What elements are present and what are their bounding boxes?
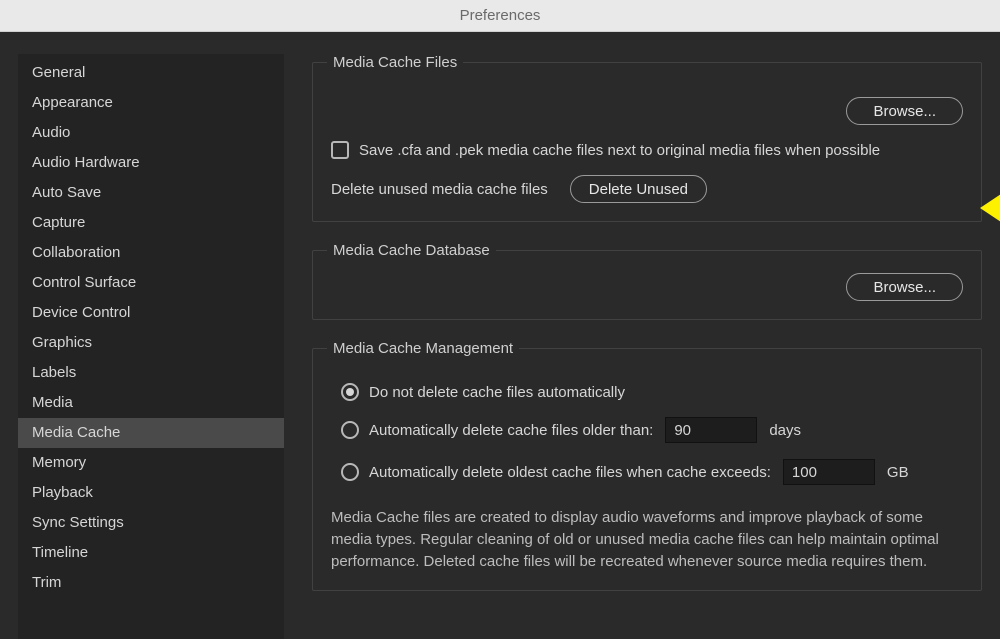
sidebar-item-label: Capture xyxy=(32,214,85,231)
window-title: Preferences xyxy=(460,7,541,24)
sidebar-item-label: Media xyxy=(32,394,73,411)
sidebar-item-memory[interactable]: Memory xyxy=(18,448,284,478)
browse-cache-files-button[interactable]: Browse... xyxy=(846,97,963,125)
section-media-cache-files: Media Cache Files Browse... Save .cfa an… xyxy=(312,54,982,222)
sidebar-item-label: Collaboration xyxy=(32,244,120,261)
window-title-bar: Preferences xyxy=(0,0,1000,32)
sidebar-item-labels[interactable]: Labels xyxy=(18,358,284,388)
sidebar-item-label: Auto Save xyxy=(32,184,101,201)
sidebar-item-label: Device Control xyxy=(32,304,130,321)
sidebar-item-appearance[interactable]: Appearance xyxy=(18,88,284,118)
sidebar-item-label: Graphics xyxy=(32,334,92,351)
radio-delete-exceeds[interactable] xyxy=(341,463,359,481)
radio-delete-older-than-label: Automatically delete cache files older t… xyxy=(369,422,653,439)
section-legend: Media Cache Database xyxy=(327,242,496,259)
sidebar-item-media-cache[interactable]: Media Cache xyxy=(18,418,284,448)
sidebar-item-label: General xyxy=(32,64,85,81)
cache-management-description: Media Cache files are created to display… xyxy=(331,507,951,572)
sidebar-item-label: Audio xyxy=(32,124,70,141)
preferences-workspace: General Appearance Audio Audio Hardware … xyxy=(0,32,1000,639)
sidebar-item-timeline[interactable]: Timeline xyxy=(18,538,284,568)
radio-do-not-delete-label: Do not delete cache files automatically xyxy=(369,384,625,401)
sidebar-item-audio-hardware[interactable]: Audio Hardware xyxy=(18,148,284,178)
save-next-to-original-label: Save .cfa and .pek media cache files nex… xyxy=(359,142,880,159)
gb-input[interactable] xyxy=(783,459,875,485)
sidebar-item-label: Timeline xyxy=(32,544,88,561)
browse-cache-db-button[interactable]: Browse... xyxy=(846,273,963,301)
sidebar-item-auto-save[interactable]: Auto Save xyxy=(18,178,284,208)
sidebar-item-graphics[interactable]: Graphics xyxy=(18,328,284,358)
sidebar-item-trim[interactable]: Trim xyxy=(18,568,284,598)
sidebar-item-label: Trim xyxy=(32,574,61,591)
section-media-cache-database: Media Cache Database Browse... xyxy=(312,242,982,320)
radio-delete-older-than[interactable] xyxy=(341,421,359,439)
sidebar-item-label: Labels xyxy=(32,364,76,381)
days-unit: days xyxy=(769,422,801,439)
sidebar-item-collaboration[interactable]: Collaboration xyxy=(18,238,284,268)
days-input[interactable] xyxy=(665,417,757,443)
arrow-annotation-icon xyxy=(980,186,1000,230)
delete-unused-label: Delete unused media cache files xyxy=(331,181,548,198)
radio-do-not-delete[interactable] xyxy=(341,383,359,401)
sidebar-item-label: Control Surface xyxy=(32,274,136,291)
section-media-cache-management: Media Cache Management Do not delete cac… xyxy=(312,340,982,591)
sidebar-item-label: Audio Hardware xyxy=(32,154,140,171)
sidebar-item-sync-settings[interactable]: Sync Settings xyxy=(18,508,284,538)
section-legend: Media Cache Files xyxy=(327,54,463,71)
sidebar-item-label: Appearance xyxy=(32,94,113,111)
section-legend: Media Cache Management xyxy=(327,340,519,357)
sidebar-item-general[interactable]: General xyxy=(18,58,284,88)
preferences-sidebar: General Appearance Audio Audio Hardware … xyxy=(18,54,284,639)
sidebar-item-audio[interactable]: Audio xyxy=(18,118,284,148)
sidebar-item-media[interactable]: Media xyxy=(18,388,284,418)
sidebar-item-label: Playback xyxy=(32,484,93,501)
sidebar-item-capture[interactable]: Capture xyxy=(18,208,284,238)
sidebar-item-label: Sync Settings xyxy=(32,514,124,531)
sidebar-item-label: Media Cache xyxy=(32,424,120,441)
sidebar-item-device-control[interactable]: Device Control xyxy=(18,298,284,328)
delete-unused-button[interactable]: Delete Unused xyxy=(570,175,707,203)
preferences-main-panel: Media Cache Files Browse... Save .cfa an… xyxy=(284,54,982,639)
gb-unit: GB xyxy=(887,464,909,481)
radio-delete-exceeds-label: Automatically delete oldest cache files … xyxy=(369,464,771,481)
sidebar-item-playback[interactable]: Playback xyxy=(18,478,284,508)
sidebar-item-label: Memory xyxy=(32,454,86,471)
save-next-to-original-checkbox[interactable] xyxy=(331,141,349,159)
sidebar-item-control-surface[interactable]: Control Surface xyxy=(18,268,284,298)
